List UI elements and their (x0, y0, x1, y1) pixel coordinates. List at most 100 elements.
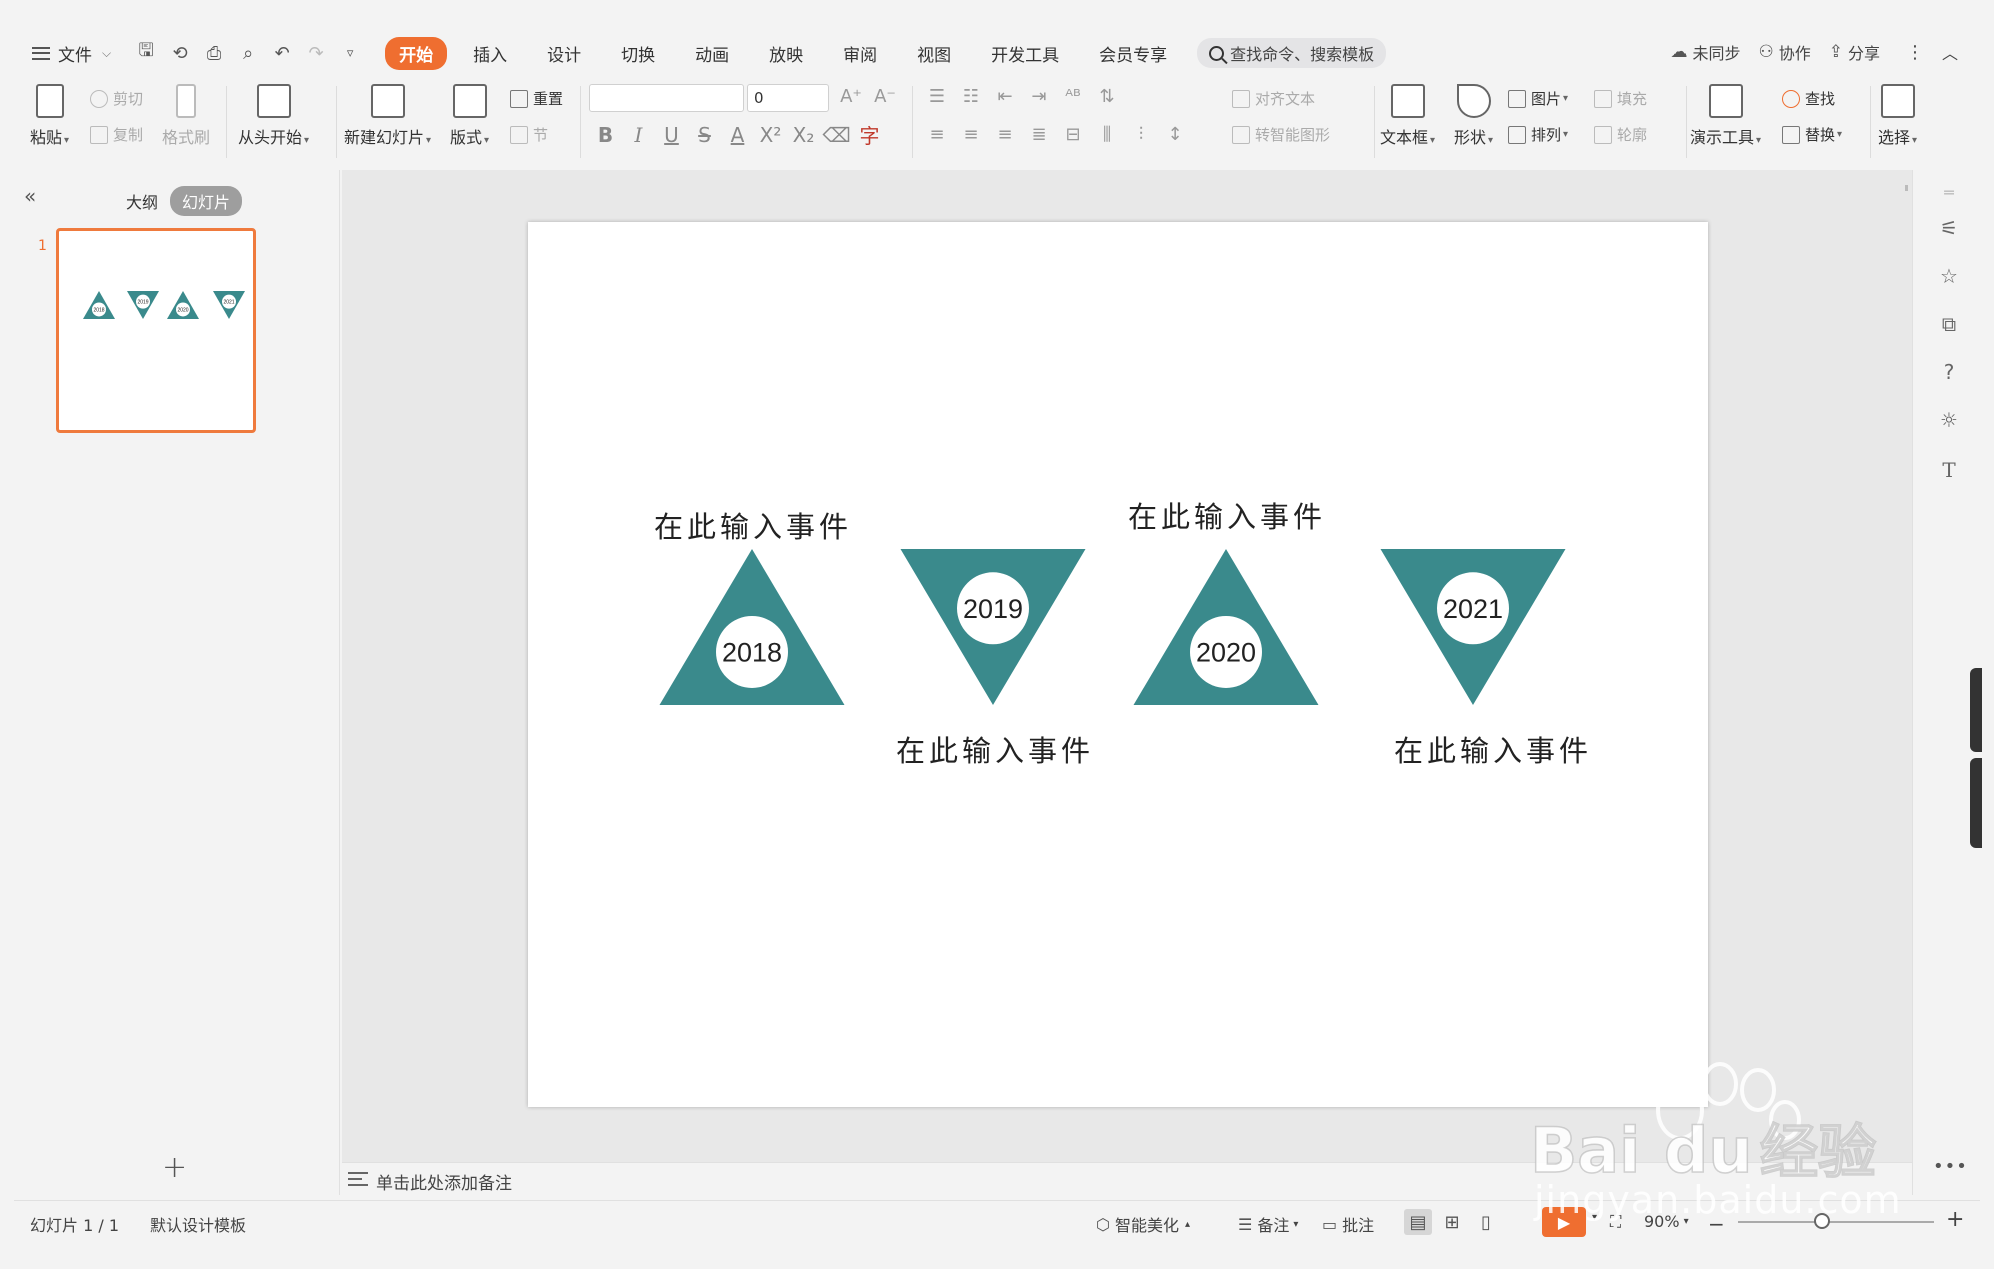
star-icon[interactable]: ☆ (1937, 264, 1961, 288)
italic-icon[interactable]: I (622, 123, 655, 147)
phonetic-icon[interactable]: 字 (853, 120, 886, 149)
subscript-icon[interactable]: X₂ (787, 123, 820, 147)
tab-developer[interactable]: 开发工具 (977, 37, 1073, 70)
increase-indent-icon[interactable]: ⇥ (1022, 86, 1056, 107)
beautify-button[interactable]: ⬡ 智能美化 ▴ (1096, 1212, 1190, 1236)
align-right-icon[interactable]: ≡ (988, 124, 1022, 145)
tab-transitions[interactable]: 切换 (607, 37, 669, 70)
redo-icon[interactable]: ↷ (303, 40, 329, 66)
file-menu[interactable]: 文件 ⌵ (32, 41, 111, 66)
shape-button[interactable]: 形状 ▾ (1454, 84, 1493, 148)
find-button[interactable]: 查找 (1782, 88, 1835, 109)
line-height-icon[interactable]: ↕ (1158, 124, 1192, 145)
template-name[interactable]: 默认设计模板 (150, 1212, 246, 1236)
underline-icon[interactable]: U (655, 123, 688, 147)
present-tools-button[interactable]: 演示工具 ▾ (1690, 84, 1761, 148)
cut-button[interactable]: 剪切 (90, 88, 143, 109)
scroll-up-arrow[interactable] (1905, 185, 1908, 191)
text-style-icon[interactable]: T (1937, 458, 1961, 482)
font-color-icon[interactable]: A (721, 123, 754, 147)
justify-icon[interactable]: ≣ (1022, 124, 1056, 145)
distribute-icon[interactable]: ⊟ (1056, 124, 1090, 145)
smartart-button[interactable]: 转智能图形 (1232, 124, 1330, 145)
collapse-ribbon-icon[interactable]: ︿ (1942, 40, 1958, 64)
section-button[interactable]: 节 (510, 124, 548, 145)
tab-design[interactable]: 设计 (533, 37, 595, 70)
slide-canvas[interactable]: 2018 2019 2020 2021 在此输入事件 在此输入事件 在此输入事件 在此… (528, 222, 1708, 1107)
share-button[interactable]: ⇪ 分享 (1829, 40, 1880, 64)
superscript-icon[interactable]: X² (754, 123, 787, 147)
collaborate-button[interactable]: ⚇ 协作 (1758, 40, 1810, 64)
print-preview-icon[interactable]: ⌕ (235, 40, 261, 66)
print-icon[interactable]: ⎙ (201, 40, 227, 66)
tab-outline[interactable]: 大纲 (114, 186, 170, 216)
line-spacing-icon[interactable]: ⇅ (1090, 86, 1124, 107)
slides-library-icon[interactable]: ⧉ (1937, 312, 1961, 336)
properties-icon[interactable]: ⚟ (1937, 216, 1961, 240)
collapse-panel-icon[interactable]: « (24, 184, 36, 208)
new-slide-button[interactable]: 新建幻灯片 ▾ (344, 84, 431, 148)
column-spacing-icon[interactable]: ⫼ (1090, 124, 1124, 145)
event-caption[interactable]: 在此输入事件 (1128, 494, 1326, 536)
from-start-button[interactable]: 从头开始 ▾ (238, 84, 309, 148)
tab-slides[interactable]: 幻灯片 (170, 186, 243, 216)
replace-button[interactable]: 替换 ▾ (1782, 124, 1842, 145)
tab-slideshow[interactable]: 放映 (755, 37, 817, 70)
undo-icon[interactable]: ↶ (269, 40, 295, 66)
slide-sorter-icon[interactable]: ⊞ (1438, 1209, 1466, 1235)
picture-button[interactable]: 图片 ▾ (1508, 88, 1568, 109)
normal-view-icon[interactable]: ▤ (1404, 1209, 1432, 1235)
outline-button[interactable]: 轮廓 (1594, 124, 1647, 145)
layout-button[interactable]: 版式 ▾ (450, 84, 489, 148)
bold-icon[interactable]: B (589, 123, 622, 147)
cloud-save-icon[interactable]: ⟲ (167, 40, 193, 66)
reading-view-icon[interactable]: ▯ (1472, 1209, 1500, 1235)
sync-status-button[interactable]: ☁ 未同步 (1670, 40, 1740, 64)
customize-toolbar-icon[interactable]: ▿ (337, 40, 363, 66)
align-center-icon[interactable]: ≡ (954, 124, 988, 145)
align-left-icon[interactable]: ≡ (920, 124, 954, 145)
tab-animations[interactable]: 动画 (681, 37, 743, 70)
text-direction-icon[interactable]: ᴬᴮ (1056, 86, 1090, 107)
event-caption[interactable]: 在此输入事件 (896, 728, 1094, 770)
tab-member[interactable]: 会员专享 (1085, 37, 1181, 70)
event-caption[interactable]: 在此输入事件 (1394, 728, 1592, 770)
clear-format-icon[interactable]: ⌫ (820, 123, 853, 147)
tab-view[interactable]: 视图 (903, 37, 965, 70)
format-painter-button[interactable]: 格式刷 (162, 84, 210, 148)
tab-home[interactable]: 开始 (385, 36, 448, 70)
more-options-icon[interactable]: ⋮ (1906, 42, 1924, 63)
copy-button[interactable]: 复制 (90, 124, 143, 145)
select-button[interactable]: 选择 ▾ (1878, 84, 1917, 148)
add-slide-icon[interactable]: + (162, 1150, 187, 1185)
side-handle[interactable] (1970, 758, 1982, 848)
font-size-select[interactable]: 0 (747, 84, 829, 112)
comment-button[interactable]: ▭ 批注 (1322, 1212, 1374, 1236)
align-text-button[interactable]: 对齐文本 (1232, 88, 1315, 109)
paste-button[interactable]: 粘贴 ▾ (30, 84, 69, 148)
strikethrough-icon[interactable]: S (688, 123, 721, 147)
fill-button[interactable]: 填充 (1594, 88, 1647, 109)
font-family-select[interactable] (589, 84, 744, 112)
save-icon[interactable]: 🖫 (133, 40, 159, 66)
tab-insert[interactable]: 插入 (459, 37, 521, 70)
reset-button[interactable]: 重置 (510, 88, 563, 109)
numbered-list-icon[interactable]: ☷ (954, 86, 988, 107)
arrange-button[interactable]: 排列 ▾ (1508, 124, 1568, 145)
shrink-font-icon[interactable]: A⁻ (868, 86, 902, 107)
side-handle[interactable] (1970, 668, 1982, 752)
slide-thumbnail[interactable]: 2018 2019 2020 2021 (56, 228, 256, 433)
command-search[interactable]: 查找命令、搜索模板 (1197, 38, 1387, 68)
tab-review[interactable]: 审阅 (829, 37, 891, 70)
bullet-list-icon[interactable]: ☰ (920, 86, 954, 107)
svg-text:经验: 经验 (1760, 1118, 1876, 1186)
grow-font-icon[interactable]: A⁺ (834, 86, 868, 107)
paragraph-spacing-icon[interactable]: ⫶ (1124, 124, 1158, 145)
textbox-button[interactable]: 文本框 ▾ (1380, 84, 1435, 148)
notes-button[interactable]: ☰ 备注 ▾ (1238, 1212, 1298, 1236)
lightbulb-icon[interactable]: ☼ (1937, 408, 1961, 432)
zoom-in-icon[interactable]: + (1946, 1207, 1964, 1232)
help-icon[interactable]: ? (1937, 360, 1961, 384)
event-caption[interactable]: 在此输入事件 (654, 504, 852, 546)
decrease-indent-icon[interactable]: ⇤ (988, 86, 1022, 107)
